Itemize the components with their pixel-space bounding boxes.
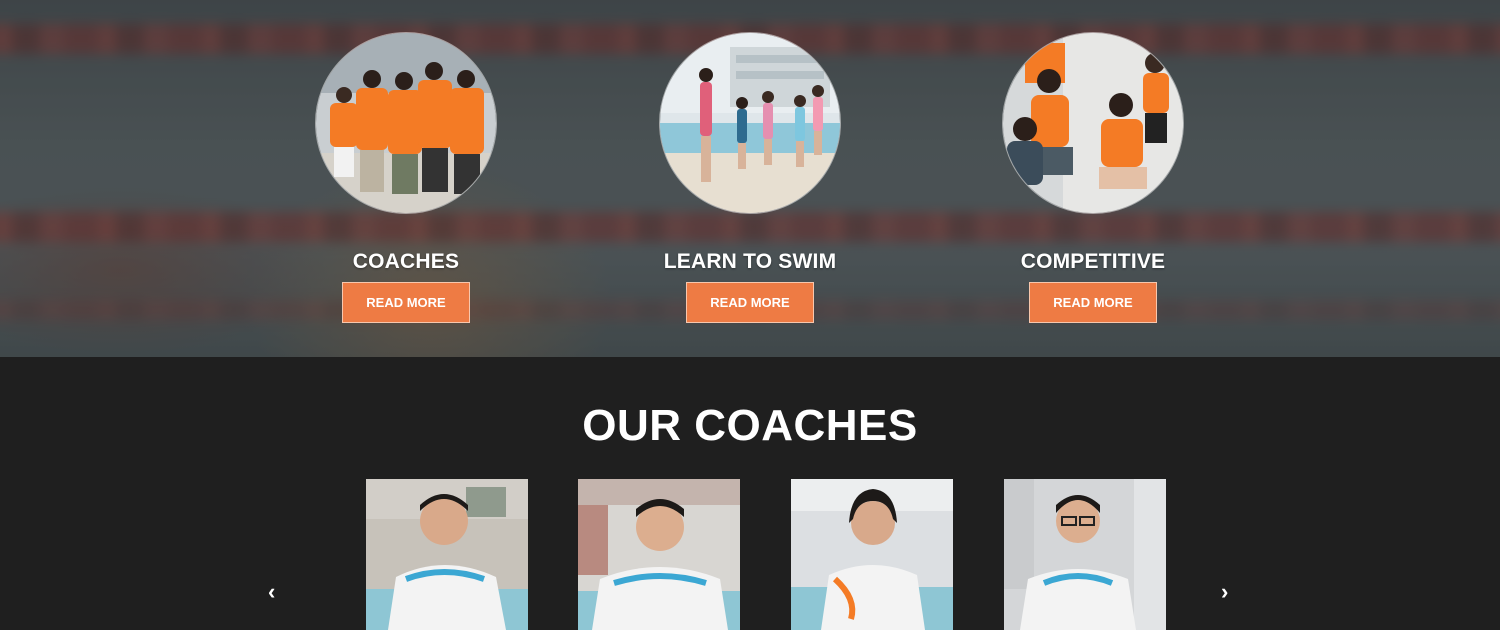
feature-learn-to-swim: LEARN TO SWIM READ MORE: [650, 32, 850, 323]
coach-photo: [791, 479, 953, 630]
feature-title: LEARN TO SWIM: [663, 250, 837, 273]
coach-card[interactable]: [366, 479, 528, 630]
feature-competitive: COMPETITIVE READ MORE: [993, 32, 1193, 323]
coaches-team-photo: [315, 32, 497, 214]
coaches-section: OUR COACHES ‹ ›: [0, 357, 1500, 630]
read-more-button[interactable]: READ MORE: [342, 282, 470, 323]
coach-photo: [1004, 479, 1166, 630]
coach-photo: [366, 479, 528, 630]
hero-banner: COACHES READ MORE LEARN TO SWIM READ MOR…: [0, 0, 1500, 357]
read-more-button[interactable]: READ MORE: [686, 282, 814, 323]
carousel-prev-arrow[interactable]: ‹: [268, 579, 275, 605]
carousel-next-arrow[interactable]: ›: [1221, 579, 1228, 605]
coach-card[interactable]: [578, 479, 740, 630]
competitive-team-photo: [1002, 32, 1184, 214]
learn-to-swim-photo: [659, 32, 841, 214]
coach-photo: [578, 479, 740, 630]
coach-card[interactable]: [1004, 479, 1166, 630]
feature-title: COACHES: [352, 250, 460, 273]
section-title: OUR COACHES: [582, 401, 918, 450]
coach-card[interactable]: [791, 479, 953, 630]
feature-title: COMPETITIVE: [1020, 250, 1166, 273]
feature-coaches: COACHES READ MORE: [306, 32, 506, 323]
read-more-button[interactable]: READ MORE: [1029, 282, 1157, 323]
